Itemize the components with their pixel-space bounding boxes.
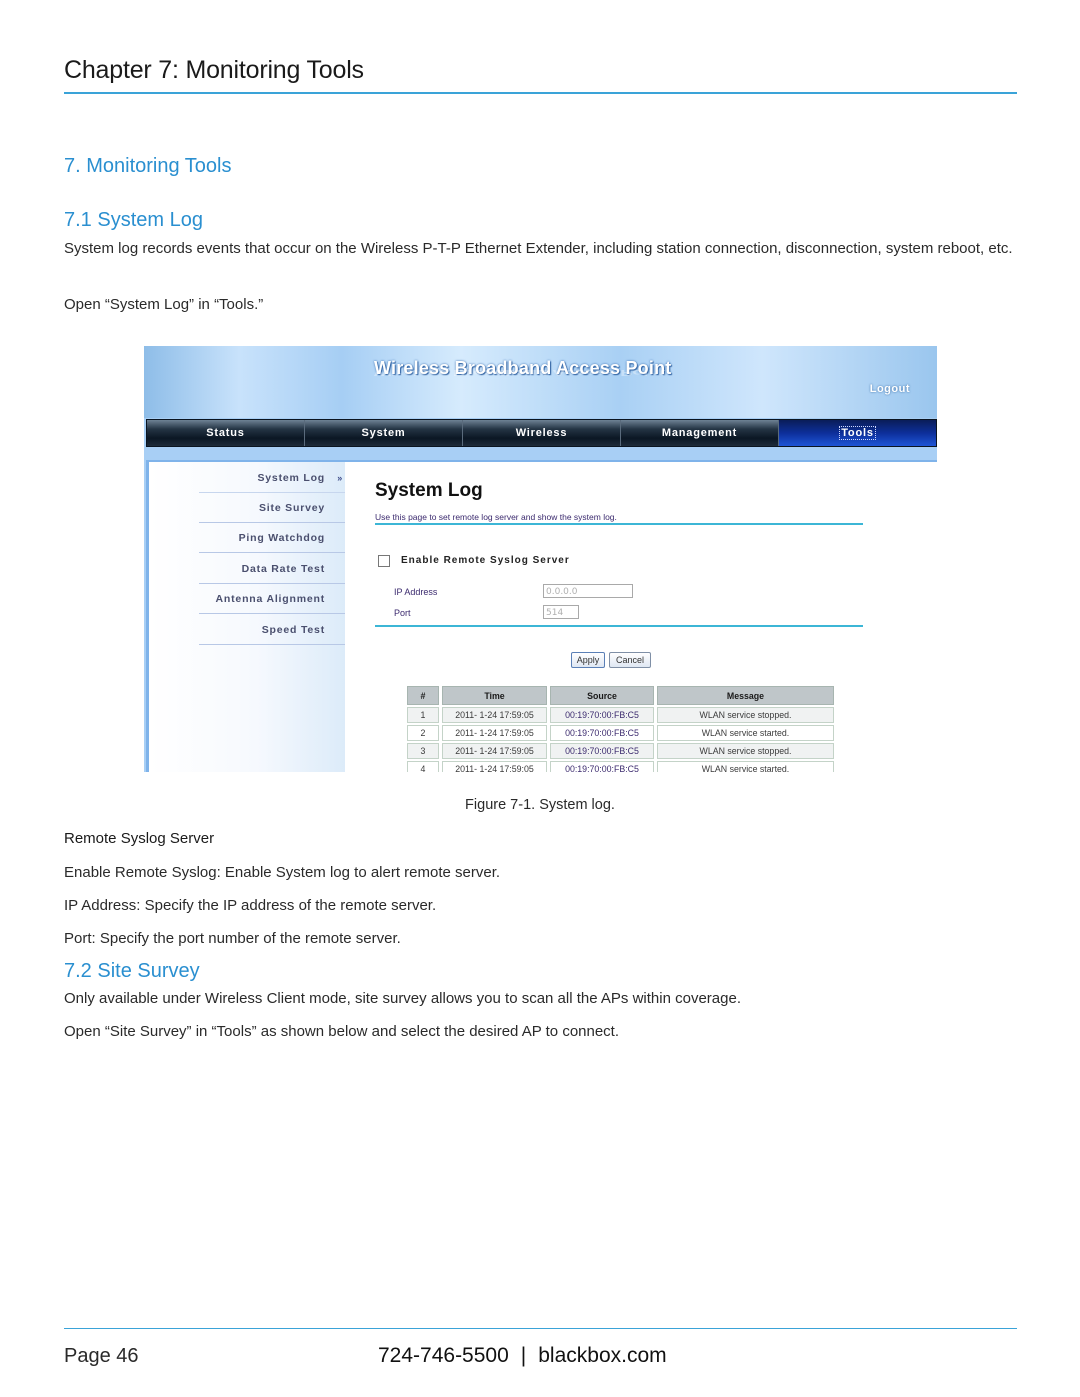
system-log-paragraph: System log records events that occur on … — [64, 240, 1013, 257]
remote-syslog-item: Enable Remote Syslog: Enable System log … — [64, 864, 501, 881]
cell-source: 00:19:70:00:FB:C5 — [550, 725, 654, 741]
cell-time: 2011- 1-24 17:59:05 — [442, 743, 547, 759]
footer-divider — [64, 1328, 1017, 1329]
site-survey-instruction: Open “Site Survey” in “Tools” as shown b… — [64, 1023, 620, 1040]
nav-tab-system[interactable]: System — [305, 420, 463, 446]
page-description: Use this page to set remote log server a… — [375, 512, 617, 522]
system-log-instruction: Open “System Log” in “Tools.” — [64, 296, 264, 313]
table-row: 1 2011- 1-24 17:59:05 00:19:70:00:FB:C5 … — [407, 707, 834, 723]
subsection-title-system-log: 7.1 System Log — [64, 209, 203, 231]
ip-address-input[interactable]: 0.0.0.0 — [543, 584, 633, 598]
nav-tab-tools[interactable]: Tools — [779, 420, 936, 446]
phone-number: 724-746-5500 — [378, 1344, 509, 1367]
remote-syslog-item: IP Address: Specify the IP address of th… — [64, 897, 437, 914]
nav-tab-label: System — [361, 427, 406, 439]
content-panel: System Log » Site Survey Ping Watchdog D… — [146, 460, 937, 772]
side-menu-label: Ping Watchdog — [238, 532, 325, 544]
system-log-table: # Time Source Message 1 2011- 1-24 17:59… — [404, 684, 837, 772]
remote-syslog-item: Port: Specify the port number of the rem… — [64, 930, 401, 947]
website-link[interactable]: blackbox.com — [538, 1344, 666, 1367]
cell-time: 2011- 1-24 17:59:05 — [442, 761, 547, 772]
logout-link[interactable]: Logout — [870, 383, 910, 395]
cell-number: 2 — [407, 725, 439, 741]
divider — [375, 625, 863, 627]
site-survey-paragraph: Only available under Wireless Client mod… — [64, 990, 741, 1007]
cell-time: 2011- 1-24 17:59:05 — [442, 725, 547, 741]
system-log-figure: Wireless Broadband Access Point Wireless… — [144, 346, 937, 772]
nav-tab-wireless[interactable]: Wireless — [463, 420, 621, 446]
side-menu-item-data-rate-test[interactable]: Data Rate Test — [199, 555, 345, 584]
port-input[interactable]: 514 — [543, 605, 579, 619]
nav-tab-status[interactable]: Status — [147, 420, 305, 446]
nav-tab-label: Wireless — [515, 427, 568, 439]
nav-tab-label: Management — [661, 427, 738, 439]
footer-separator: | — [520, 1344, 527, 1367]
col-header-number: # — [407, 686, 439, 705]
port-label: Port — [394, 608, 411, 618]
ip-address-label: IP Address — [394, 587, 438, 597]
side-menu-item-speed-test[interactable]: Speed Test — [199, 616, 345, 645]
side-menu-label: Site Survey — [259, 502, 325, 514]
col-header-time: Time — [442, 686, 547, 705]
cell-message: WLAN service started. — [657, 761, 834, 772]
cell-number: 1 — [407, 707, 439, 723]
enable-remote-syslog-label: Enable Remote Syslog Server — [401, 555, 570, 566]
table-row: 2 2011- 1-24 17:59:05 00:19:70:00:FB:C5 … — [407, 725, 834, 741]
top-nav: Status System Wireless Management Tools — [146, 419, 937, 447]
side-menu-label: Speed Test — [261, 624, 325, 636]
table-header-row: # Time Source Message — [407, 686, 834, 705]
banner: Wireless Broadband Access Point Wireless… — [144, 346, 937, 418]
chapter-title: Chapter 7: Monitoring Tools — [64, 56, 364, 84]
side-menu: System Log » Site Survey Ping Watchdog D… — [149, 462, 345, 772]
chapter-divider — [64, 92, 1017, 94]
divider — [375, 523, 863, 525]
side-menu-item-antenna-alignment[interactable]: Antenna Alignment — [199, 585, 345, 614]
cell-source: 00:19:70:00:FB:C5 — [550, 761, 654, 772]
side-menu-item-site-survey[interactable]: Site Survey — [199, 494, 345, 523]
section-title: 7. Monitoring Tools — [64, 155, 232, 177]
cancel-button[interactable]: Cancel — [609, 652, 651, 668]
table-row: 3 2011- 1-24 17:59:05 00:19:70:00:FB:C5 … — [407, 743, 834, 759]
subsection-title-site-survey: 7.2 Site Survey — [64, 960, 200, 982]
remote-syslog-heading: Remote Syslog Server — [64, 830, 215, 847]
side-menu-label: Data Rate Test — [241, 563, 325, 575]
side-menu-label: Antenna Alignment — [215, 593, 325, 605]
cell-message: WLAN service stopped. — [657, 707, 834, 723]
table-row: 4 2011- 1-24 17:59:05 00:19:70:00:FB:C5 … — [407, 761, 834, 772]
cell-number: 4 — [407, 761, 439, 772]
enable-remote-syslog-checkbox[interactable] — [378, 555, 390, 567]
cell-source: 00:19:70:00:FB:C5 — [550, 743, 654, 759]
apply-button[interactable]: Apply — [571, 652, 605, 668]
page-title: System Log — [375, 480, 483, 501]
col-header-source: Source — [550, 686, 654, 705]
cell-message: WLAN service stopped. — [657, 743, 834, 759]
double-chevron-right-icon: » — [337, 473, 343, 483]
cell-number: 3 — [407, 743, 439, 759]
cell-time: 2011- 1-24 17:59:05 — [442, 707, 547, 723]
col-header-message: Message — [657, 686, 834, 705]
page-number: Page 46 — [64, 1345, 139, 1367]
side-menu-item-system-log[interactable]: System Log » — [199, 464, 345, 493]
figure-caption: Figure 7-1. System log. — [465, 797, 615, 813]
side-menu-item-ping-watchdog[interactable]: Ping Watchdog — [199, 524, 345, 553]
cell-message: WLAN service started. — [657, 725, 834, 741]
cell-source: 00:19:70:00:FB:C5 — [550, 707, 654, 723]
nav-tab-label: Status — [206, 427, 245, 439]
banner-title-reflection: Wireless Broadband Access Point — [374, 368, 666, 377]
footer-contact: 724-746-5500 | blackbox.com — [378, 1344, 667, 1368]
side-menu-label: System Log — [257, 472, 325, 484]
nav-tab-label: Tools — [839, 426, 876, 440]
nav-tab-management[interactable]: Management — [621, 420, 779, 446]
